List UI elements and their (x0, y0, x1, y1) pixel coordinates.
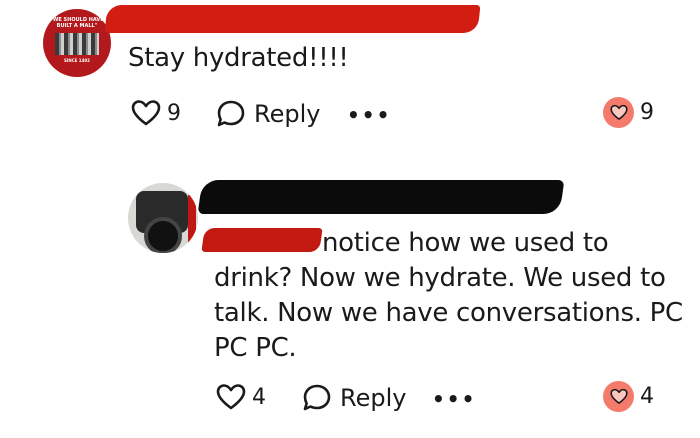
like-button[interactable]: 4 (216, 383, 266, 411)
speech-bubble-icon (216, 99, 246, 129)
comment-text-line1: notice how we used to (322, 228, 609, 258)
reaction-count: 9 (640, 100, 654, 125)
avatar-bottom-text: SINCE 1492 (64, 58, 90, 63)
speech-bubble-icon (302, 383, 332, 413)
avatar-top-text: "WE SHOULD HAVE BUILT A MALL" (50, 17, 104, 29)
heart-outline-icon (131, 99, 161, 127)
heart-filled-icon (603, 97, 634, 128)
more-options-button[interactable]: ••• (432, 387, 476, 411)
heart-outline-icon (216, 383, 246, 411)
reply-button[interactable]: Reply (216, 99, 320, 129)
more-options-button[interactable]: ••• (347, 103, 391, 127)
username-redaction (197, 180, 565, 214)
like-count: 4 (252, 384, 266, 410)
reaction-count: 4 (640, 384, 654, 409)
more-dots-icon: ••• (347, 103, 392, 127)
avatar[interactable] (128, 183, 198, 253)
reply-label: Reply (340, 384, 407, 412)
comment-text: notice how we used to drink? Now we hydr… (214, 226, 684, 366)
heart-filled-icon (603, 381, 634, 412)
reply-button[interactable]: Reply (302, 383, 406, 413)
like-button[interactable]: 9 (131, 99, 181, 127)
reaction-summary[interactable]: 9 (603, 97, 654, 128)
like-count: 9 (167, 100, 181, 126)
reaction-summary[interactable]: 4 (603, 381, 654, 412)
reply-label: Reply (254, 100, 321, 128)
avatar-camera-lens (144, 217, 182, 253)
comment-text-rest: drink? Now we hydrate. We used to talk. … (214, 263, 683, 363)
avatar[interactable]: "WE SHOULD HAVE BUILT A MALL" SINCE 1492 (43, 9, 111, 77)
comment-text: Stay hydrated!!!! (128, 43, 349, 73)
more-dots-icon: ••• (432, 387, 477, 411)
avatar-red-strip (188, 195, 196, 245)
username-redaction (104, 5, 481, 33)
avatar-photo (55, 33, 99, 55)
